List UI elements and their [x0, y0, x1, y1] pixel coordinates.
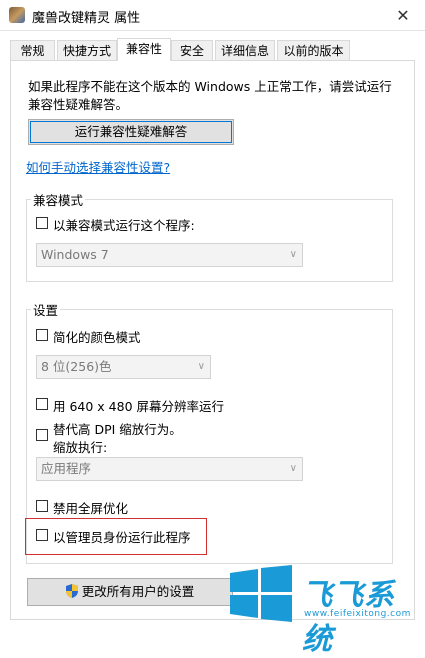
manual-settings-link[interactable]: 如何手动选择兼容性设置? [26, 157, 170, 176]
chevron-down-icon: ∨ [289, 463, 297, 474]
os-version-value: Windows 7 [41, 247, 109, 262]
change-all-users-label: 更改所有用户的设置 [81, 584, 195, 599]
dpi-scaling-select[interactable]: 应用程序 ∨ [36, 457, 303, 481]
tab-security[interactable]: 安全 [171, 40, 213, 60]
close-icon: ✕ [396, 5, 410, 25]
tab-shortcut[interactable]: 快捷方式 [57, 40, 117, 60]
chevron-down-icon: ∨ [289, 249, 297, 260]
tab-compatibility[interactable]: 兼容性 [117, 38, 171, 61]
dpi-scaling-value: 应用程序 [41, 461, 92, 476]
reduced-color-label: 简化的颜色模式 [53, 330, 141, 345]
tab-general[interactable]: 常规 [10, 40, 55, 60]
settings-group-label: 设置 [31, 300, 61, 319]
run-as-admin-checkbox[interactable] [36, 529, 48, 541]
compat-mode-checkbox[interactable] [36, 217, 48, 229]
compat-mode-group [26, 199, 393, 282]
dpi-override-label: 替代高 DPI 缩放行为。 [53, 422, 182, 437]
title-bar: 魔兽改键精灵 属性 ✕ [0, 0, 425, 31]
res-640-checkbox[interactable] [36, 398, 48, 410]
fullscreen-opt-label: 禁用全屏优化 [53, 501, 129, 516]
tab-strip: 常规 快捷方式 兼容性 安全 详细信息 以前的版本 [10, 38, 415, 61]
tab-details[interactable]: 详细信息 [215, 40, 275, 60]
change-all-users-button[interactable]: 更改所有用户的设置 [27, 578, 233, 606]
chevron-down-icon: ∨ [197, 361, 205, 372]
uac-shield-icon [65, 584, 78, 598]
app-icon [9, 7, 25, 23]
compat-mode-group-label: 兼容模式 [31, 190, 86, 209]
reduced-color-checkbox[interactable] [36, 329, 48, 341]
dpi-scaling-label: 缩放执行: [53, 440, 108, 455]
dpi-override-checkbox[interactable] [36, 429, 48, 441]
close-button[interactable]: ✕ [381, 0, 425, 30]
compat-mode-label: 以兼容模式运行这个程序: [53, 218, 195, 233]
windows-logo-watermark [230, 565, 292, 622]
watermark-url: www.feifeixitong.com [304, 609, 411, 619]
run-troubleshooter-button[interactable]: 运行兼容性疑难解答 [28, 119, 234, 145]
color-mode-select[interactable]: 8 位(256)色 ∨ [36, 355, 211, 379]
tab-previous-versions[interactable]: 以前的版本 [277, 40, 350, 60]
window-title: 魔兽改键精灵 属性 [32, 11, 141, 26]
intro-text: 如果此程序不能在这个版本的 Windows 上正常工作，请尝试运行兼容性疑难解答… [28, 79, 392, 112]
res-640-label: 用 640 x 480 屏幕分辨率运行 [53, 399, 225, 414]
fullscreen-opt-checkbox[interactable] [36, 500, 48, 512]
os-version-select[interactable]: Windows 7 ∨ [36, 243, 303, 267]
color-mode-value: 8 位(256)色 [41, 359, 112, 374]
run-as-admin-label: 以管理员身份运行此程序 [53, 530, 191, 545]
